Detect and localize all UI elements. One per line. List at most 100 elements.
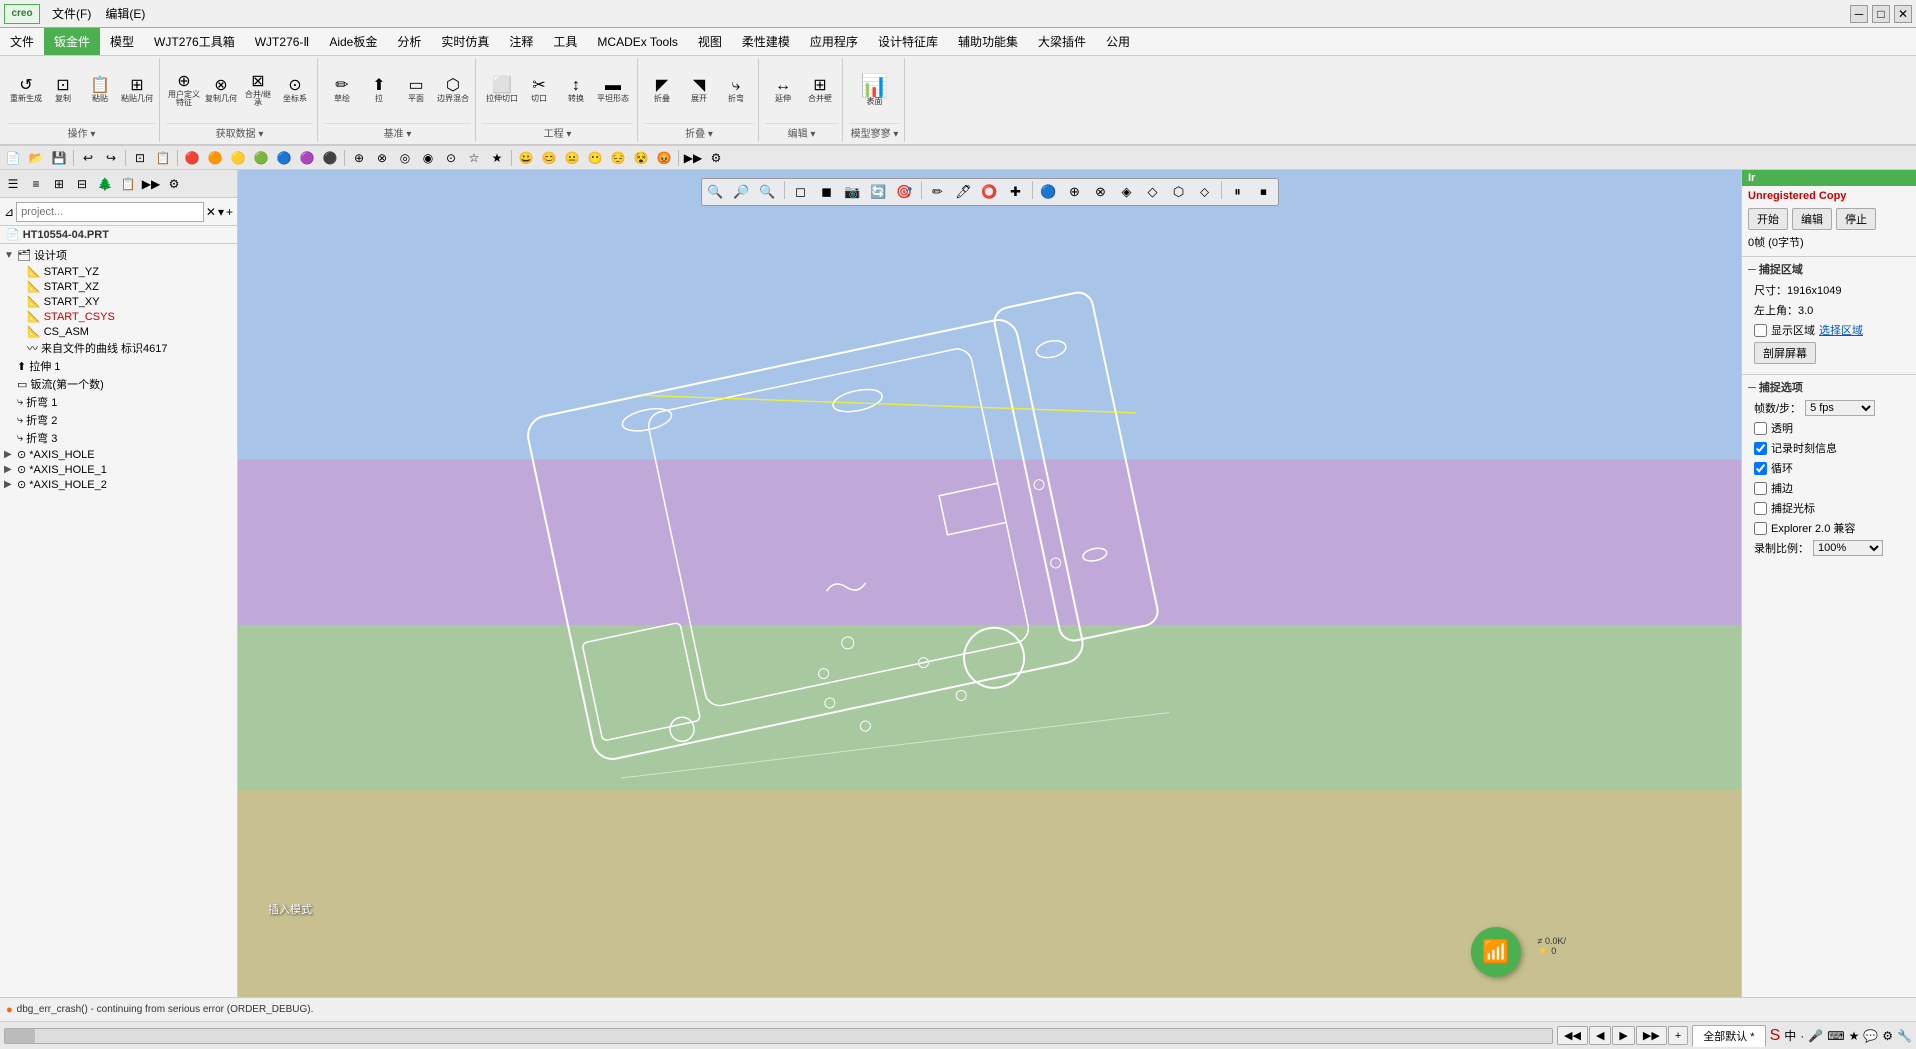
minimize-button[interactable]: ─	[1850, 5, 1868, 23]
vp-btn-pause[interactable]: ⏸	[1226, 181, 1250, 203]
tb2-btn-6[interactable]: 🟣	[296, 148, 318, 168]
ribbon-btn-merge[interactable]: ⊠ 合并/继承	[240, 73, 276, 109]
vp-btn-a7[interactable]: ⬦	[1193, 181, 1217, 203]
tb2-btn-d[interactable]: ◉	[417, 148, 439, 168]
menu-edit[interactable]: 编辑(E)	[99, 3, 151, 24]
left-tb-extra[interactable]: ⚙	[163, 174, 185, 194]
filter-dropdown[interactable]: ▾	[218, 205, 224, 219]
ribbon-btn-unfold[interactable]: ◥ 展开	[681, 73, 717, 109]
menu-tab-analysis[interactable]: 分析	[387, 28, 431, 55]
tb2-btn-5[interactable]: 🔵	[273, 148, 295, 168]
ribbon-btn-boundary[interactable]: ⬡ 边界混合	[435, 73, 471, 109]
vp-btn-shaded[interactable]: ◼	[815, 181, 839, 203]
vp-btn-a6[interactable]: ⬡	[1167, 181, 1191, 203]
tree-item-cs-asm[interactable]: 📐 CS_ASM	[2, 324, 235, 339]
restore-button[interactable]: □	[1872, 5, 1890, 23]
vp-btn-cross[interactable]: ✚	[1004, 181, 1028, 203]
tree-item-curve[interactable]: 〰 来自文件的曲线 标识4617	[2, 339, 235, 357]
nav-next-next-btn[interactable]: ▶▶	[1636, 1026, 1667, 1045]
ribbon-btn-udf[interactable]: ⊕ 用户定义特征	[166, 73, 202, 109]
left-tb-layers[interactable]: ⊟	[71, 174, 93, 194]
tree-item-axis-hole-1[interactable]: ▶ ⊙ *AXIS_HOLE_1	[2, 462, 235, 477]
menu-tab-assist[interactable]: 辅助功能集	[948, 28, 1028, 55]
viewport[interactable]: 🔍 🔎 🔍 ◻ ◼ 📷 🔄 🎯 ✏ 🖊 ⭕ ✚ 🔵 ⊕ ⊗ ◈ ◇	[238, 170, 1741, 997]
rp-snap-edge-check[interactable]	[1754, 482, 1767, 495]
rp-split-screen-btn[interactable]: 剖屏屏幕	[1754, 342, 1816, 364]
tree-item-start-xz[interactable]: 📐 START_XZ	[2, 279, 235, 294]
tb2-btn-m[interactable]: 😵	[630, 148, 652, 168]
tb2-btn-4[interactable]: 🟢	[250, 148, 272, 168]
vp-btn-a3[interactable]: ⊗	[1089, 181, 1113, 203]
tb2-btn-1[interactable]: 🔴	[181, 148, 203, 168]
menu-file[interactable]: 文件(F)	[46, 3, 97, 24]
ribbon-btn-cut[interactable]: ✂ 切口	[521, 73, 557, 109]
rp-snap-cursor-check[interactable]	[1754, 502, 1767, 515]
vp-btn-zoom-fit[interactable]: 🔍	[704, 181, 728, 203]
tb2-btn-f[interactable]: ☆	[463, 148, 485, 168]
tb2-btn-g[interactable]: ★	[486, 148, 508, 168]
menu-tab-wjt276[interactable]: WJT276工具箱	[144, 28, 245, 55]
ribbon-btn-coord[interactable]: ⊙ 坐标系	[277, 73, 313, 109]
tb2-btn-redo[interactable]: ↪	[100, 148, 122, 168]
bottom-tab-default[interactable]: 全部默认 *	[1692, 1025, 1765, 1047]
tb2-btn-i[interactable]: 😊	[538, 148, 560, 168]
tb2-btn-k[interactable]: 😶	[584, 148, 606, 168]
ribbon-btn-extrude[interactable]: ⬆ 拉	[361, 73, 397, 109]
menu-tab-wjt276-2[interactable]: WJT276-Ⅱ	[245, 28, 320, 55]
rp-fps-select[interactable]: 5 fps 10 fps 15 fps 30 fps	[1805, 400, 1875, 416]
ribbon-btn-fold[interactable]: ◤ 折叠	[644, 73, 680, 109]
vp-btn-a2[interactable]: ⊕	[1063, 181, 1087, 203]
rp-stop-btn[interactable]: 停止	[1836, 208, 1876, 230]
nav-next-btn[interactable]: ▶	[1612, 1026, 1634, 1045]
ribbon-btn-paste[interactable]: 📋 粘贴	[82, 73, 118, 109]
rp-scale-select[interactable]: 100% 75% 50%	[1813, 540, 1883, 556]
vp-btn-a1[interactable]: 🔵	[1037, 181, 1061, 203]
tb2-btn-3[interactable]: 🟡	[227, 148, 249, 168]
rp-select-area-link[interactable]: 选择区域	[1819, 322, 1863, 338]
vp-btn-rotate[interactable]: 🔄	[867, 181, 891, 203]
tb2-btn-n[interactable]: 😡	[653, 148, 675, 168]
rp-show-area-check[interactable]	[1754, 324, 1767, 337]
tb2-btn-save[interactable]: 💾	[48, 148, 70, 168]
menu-tab-model[interactable]: 模型	[100, 28, 144, 55]
tb2-btn-copy2[interactable]: ⊡	[129, 148, 151, 168]
vp-btn-a4[interactable]: ◈	[1115, 181, 1139, 203]
tb2-btn-settings[interactable]: ⚙	[705, 148, 727, 168]
rp-explorer-check[interactable]	[1754, 522, 1767, 535]
left-tb-table[interactable]: 📋	[117, 174, 139, 194]
tree-item-start-csys[interactable]: 📐 START_CSYS	[2, 309, 235, 324]
vp-btn-circle[interactable]: ⭕	[978, 181, 1002, 203]
rp-start-btn[interactable]: 开始	[1748, 208, 1788, 230]
tb2-btn-h[interactable]: 😀	[515, 148, 537, 168]
vp-btn-camera[interactable]: 📷	[841, 181, 865, 203]
menu-tab-simulation[interactable]: 实时仿真	[431, 28, 499, 55]
vp-btn-wireframe[interactable]: ◻	[789, 181, 813, 203]
vp-btn-pen[interactable]: 🖊	[952, 181, 976, 203]
tree-item-bend1[interactable]: ⤷ 折弯 1	[2, 393, 235, 411]
filter-input[interactable]	[16, 202, 204, 222]
tb2-btn-more[interactable]: ▶▶	[682, 148, 704, 168]
ribbon-btn-bend[interactable]: ⤷ 折弯	[718, 73, 754, 109]
left-tb-list2[interactable]: ≡	[25, 174, 47, 194]
menu-tab-annotation[interactable]: 注释	[499, 28, 543, 55]
menu-tab-beam[interactable]: 大梁插件	[1028, 28, 1096, 55]
menu-tab-mcadex[interactable]: MCADEx Tools	[587, 28, 687, 55]
ribbon-btn-flat[interactable]: ▬ 平坦形态	[595, 73, 631, 109]
tree-item-design[interactable]: ▼ 🗂 设计项	[2, 246, 235, 264]
left-tb-list[interactable]: ☰	[2, 174, 24, 194]
rp-transparent-check[interactable]	[1754, 422, 1767, 435]
tb2-btn-open[interactable]: 📂	[25, 148, 47, 168]
vp-btn-a5[interactable]: ◇	[1141, 181, 1165, 203]
vp-btn-zoom-out[interactable]: 🔍	[756, 181, 780, 203]
vp-btn-sketch-view[interactable]: ✏	[926, 181, 950, 203]
ribbon-btn-copy[interactable]: ⊡ 复制	[45, 73, 81, 109]
ribbon-btn-sketch[interactable]: ✏ 草绘	[324, 73, 360, 109]
tree-item-axis-hole-2[interactable]: ▶ ⊙ *AXIS_HOLE_2	[2, 477, 235, 492]
left-tb-more[interactable]: ▶▶	[140, 174, 162, 194]
ribbon-btn-stretch-cut[interactable]: ⬜ 拉伸切口	[484, 73, 520, 109]
menu-tab-design-lib[interactable]: 设计特征库	[868, 28, 948, 55]
tb2-btn-b[interactable]: ⊗	[371, 148, 393, 168]
menu-tab-tools[interactable]: 工具	[543, 28, 587, 55]
vp-btn-zoom-in[interactable]: 🔎	[730, 181, 754, 203]
tree-item-bend2[interactable]: ⤷ 折弯 2	[2, 411, 235, 429]
